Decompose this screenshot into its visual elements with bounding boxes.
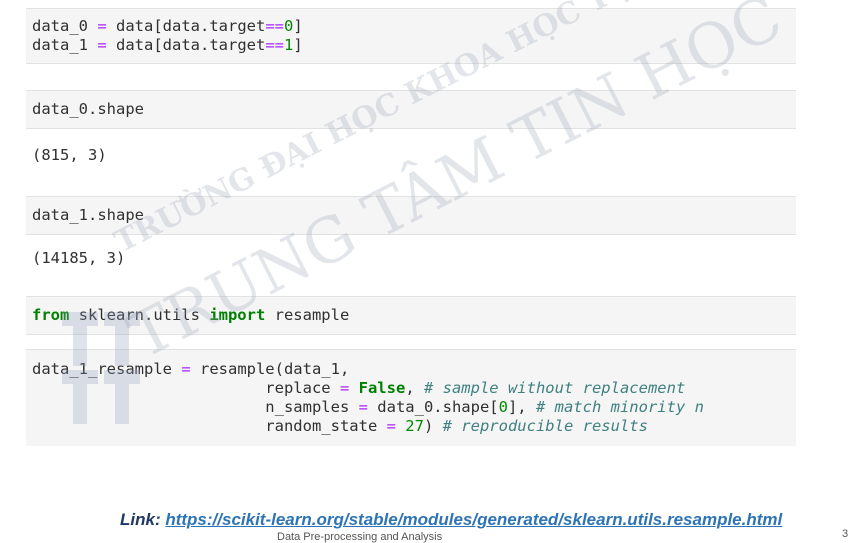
code-cell-data1-shape[interactable]: data_1.shape [26, 196, 796, 235]
code-line: data_0 = data[data.target==0] [32, 17, 303, 35]
code-line: data_1.shape [32, 206, 144, 224]
link-label: Link: [120, 510, 161, 529]
page-number: 3 [842, 528, 849, 540]
code-line: from sklearn.utils import resample [32, 306, 350, 324]
code-line: n_samples = data_0.shape[0], # match min… [32, 398, 704, 416]
cell-output: (815, 3) [32, 146, 107, 164]
code-line: random_state = 27) # reproducible result… [32, 417, 648, 435]
reference-link: Link: https://scikit-learn.org/stable/mo… [120, 510, 782, 530]
code-line: data_1 = data[data.target==1] [32, 36, 303, 54]
code-cell-import[interactable]: from sklearn.utils import resample [26, 296, 796, 335]
code-line: data_0.shape [32, 100, 144, 118]
resample-doc-link[interactable]: https://scikit-learn.org/stable/modules/… [165, 510, 782, 529]
code-line: replace = False, # sample without replac… [32, 379, 686, 397]
code-cell-split-target[interactable]: data_0 = data[data.target==0] data_1 = d… [26, 8, 796, 64]
code-line: data_1_resample = resample(data_1, [32, 360, 350, 378]
footer-text: Data Pre-processing and Analysis [277, 531, 443, 543]
cell-output: (14185, 3) [32, 249, 126, 267]
code-cell-resample[interactable]: data_1_resample = resample(data_1, repla… [26, 349, 796, 446]
code-cell-data0-shape[interactable]: data_0.shape [26, 90, 796, 129]
